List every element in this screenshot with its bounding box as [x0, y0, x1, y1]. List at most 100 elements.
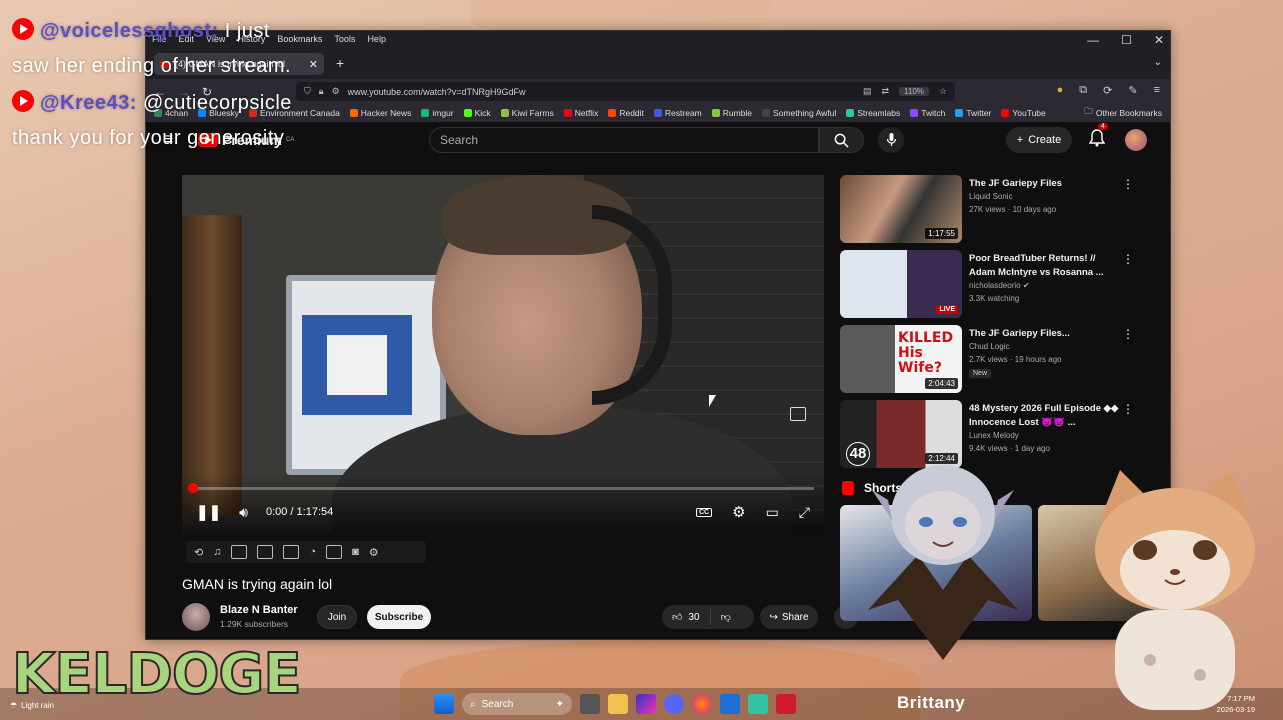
bookmark-netflix[interactable]: Netflix — [563, 108, 598, 118]
discord-icon[interactable] — [664, 694, 684, 714]
close-icon[interactable]: ✕ — [1154, 33, 1164, 47]
tab-close-icon[interactable]: ✕ — [309, 58, 318, 71]
url-text[interactable]: www.youtube.com/watch?v=dTNRgH9GdFw — [348, 87, 526, 97]
recommendation-item[interactable]: KILLED His Wife? 2:04:43 The JF Gariepy … — [840, 325, 1160, 399]
rec-channel[interactable]: Chud Logic — [969, 342, 1009, 351]
settings-icon[interactable]: ⚙︎ — [732, 503, 745, 521]
menu-help[interactable]: Help — [365, 33, 388, 45]
bookmark-star-icon[interactable]: ☆ — [939, 86, 947, 97]
copilot-icon[interactable] — [636, 694, 656, 714]
rec-channel[interactable]: Lunex Melody — [969, 431, 1019, 440]
rec-title[interactable]: The JF Gariepy Files — [969, 177, 1119, 191]
bookmark-restream[interactable]: Restream — [653, 108, 702, 118]
rec-channel[interactable]: nicholasdeorio ✔ — [969, 281, 1030, 290]
bookmark-youtube[interactable]: YouTube — [1001, 108, 1046, 118]
recommendation-item[interactable]: 1:17:55 The JF Gariepy Files Liquid Soni… — [840, 175, 1160, 249]
video-thumbnail[interactable]: 48 2:12:44 — [840, 400, 962, 468]
app-icon[interactable] — [720, 694, 740, 714]
reader-view-icon[interactable]: ▤ — [863, 86, 872, 97]
sync-icon[interactable]: ⟳ — [1103, 84, 1112, 97]
more-options-icon[interactable]: ⋮ — [1122, 252, 1134, 266]
volume-icon[interactable]: 🔊︎ — [239, 504, 248, 521]
rec-channel[interactable]: Liquid Sonic — [969, 192, 1013, 201]
video-thumbnail[interactable]: LIVE — [840, 250, 962, 318]
app-menu-icon[interactable]: ≡ — [1154, 84, 1160, 97]
bookmark-streamlabs[interactable]: Streamlabs — [846, 108, 900, 118]
subscribe-button[interactable]: Subscribe — [367, 605, 431, 629]
bookmark-label: Kick — [474, 108, 491, 118]
like-button[interactable]: 👍︎ 30 — [662, 609, 711, 625]
video-thumbnail[interactable]: 1:17:55 — [840, 175, 962, 243]
channel-avatar[interactable] — [182, 603, 210, 631]
notifications-button[interactable] — [1088, 129, 1106, 152]
share-button[interactable]: ↪ Share — [760, 605, 818, 629]
bookmark-kiwi-farms[interactable]: Kiwi Farms — [500, 108, 554, 118]
crop-icon[interactable] — [283, 545, 300, 559]
permissions-icon[interactable]: ⚙︎ — [332, 86, 340, 97]
maximize-icon[interactable]: ☐ — [1121, 33, 1132, 47]
thumbs-up-icon: 👍︎ — [672, 612, 683, 623]
rec-title[interactable]: Poor BreadTuber Returns! // Adam McIntyr… — [969, 252, 1119, 280]
firefox-icon[interactable] — [692, 694, 712, 714]
minimize-icon[interactable]: — — [1087, 33, 1099, 47]
gear-icon[interactable]: ⚙︎ — [369, 546, 379, 559]
other-bookmarks[interactable]: 🗀 Other Bookmarks — [1084, 106, 1162, 120]
filter-icon[interactable] — [231, 545, 248, 559]
more-options-icon[interactable]: ⋮ — [1122, 327, 1134, 341]
recommendation-item[interactable]: LIVE Poor BreadTuber Returns! // Adam Mc… — [840, 250, 1160, 324]
taskbar-search[interactable]: ⌕ Search ✦ — [462, 693, 572, 715]
bookmark-something-awful[interactable]: Something Awful — [762, 108, 836, 118]
extensions-icon[interactable]: ⧉ — [1079, 84, 1087, 97]
url-bar[interactable]: ⛉ 🔒︎ ⚙︎ www.youtube.com/watch?v=dTNRgH9G… — [296, 82, 955, 101]
rec-title[interactable]: The JF Gariepy Files... — [969, 327, 1119, 341]
bookmark-rumble[interactable]: Rumble — [711, 108, 752, 118]
channel-name[interactable]: Blaze N Banter — [220, 604, 298, 616]
new-tab-icon[interactable]: + — [336, 55, 344, 71]
task-view-icon[interactable] — [580, 694, 600, 714]
join-button[interactable]: Join — [317, 605, 357, 629]
bookmark-kick[interactable]: Kick — [463, 108, 491, 118]
video-player[interactable]: ❚❚ 🔊︎ 0:00 / 1:17:54 CC ⚙︎ ▭ ⤢ — [182, 175, 824, 533]
camera-icon[interactable]: ◙ — [352, 546, 359, 558]
bookmark-reddit[interactable]: Reddit — [608, 108, 644, 118]
search-button[interactable] — [819, 127, 864, 153]
video-thumbnail[interactable]: KILLED His Wife? 2:04:43 — [840, 325, 962, 393]
film-icon[interactable] — [257, 545, 274, 559]
more-options-icon[interactable]: ⋮ — [1122, 402, 1134, 416]
create-button[interactable]: + Create — [1006, 127, 1072, 153]
audio-icon[interactable]: ♫ — [213, 546, 221, 558]
voice-search-button[interactable] — [878, 127, 904, 153]
loop-icon[interactable]: ⟲ — [194, 546, 203, 559]
scrubber-handle[interactable] — [188, 483, 198, 493]
popup-icon[interactable] — [326, 545, 343, 559]
bookmark-imgur[interactable]: imgur — [421, 108, 454, 118]
addon-icon[interactable]: ✎ — [1128, 84, 1137, 97]
speed-icon[interactable]: ◔ — [309, 546, 316, 558]
bookmark-hacker-news[interactable]: Hacker News — [349, 108, 411, 118]
taskbar-search-label: Search — [481, 698, 514, 710]
media-app-icon[interactable] — [776, 694, 796, 714]
more-options-icon[interactable]: ⋮ — [1122, 177, 1134, 191]
miniplayer-icon[interactable] — [790, 407, 806, 421]
fullscreen-icon[interactable]: ⤢ — [799, 504, 810, 521]
rec-title[interactable]: 48 Mystery 2026 Full Episode ◆◆ Innocenc… — [969, 402, 1119, 430]
account-avatar[interactable] — [1125, 129, 1147, 151]
mouse-cursor — [709, 395, 716, 407]
search-input[interactable]: Search — [429, 127, 819, 153]
translate-icon[interactable]: ⇄ — [882, 86, 890, 97]
progress-bar[interactable] — [188, 483, 814, 493]
pause-icon[interactable]: ❚❚ — [196, 503, 221, 521]
streamlabs-icon[interactable] — [748, 694, 768, 714]
bookmark-twitter[interactable]: Twitter — [955, 108, 991, 118]
theater-mode-icon[interactable]: ▭ — [766, 504, 779, 521]
captions-icon[interactable]: CC — [695, 507, 713, 517]
bookmark-twitch[interactable]: Twitch — [910, 108, 945, 118]
tab-list-icon[interactable]: ⌄ — [1154, 57, 1162, 68]
shield-icon[interactable]: ⛉ — [304, 86, 311, 97]
windows-start-icon[interactable] — [434, 694, 454, 714]
file-explorer-icon[interactable] — [608, 694, 628, 714]
menu-tools[interactable]: Tools — [332, 33, 357, 45]
zoom-level[interactable]: 110% — [899, 87, 929, 96]
extension-icon[interactable]: ● — [1057, 84, 1064, 97]
dislike-button[interactable]: 👎︎ — [711, 611, 741, 623]
